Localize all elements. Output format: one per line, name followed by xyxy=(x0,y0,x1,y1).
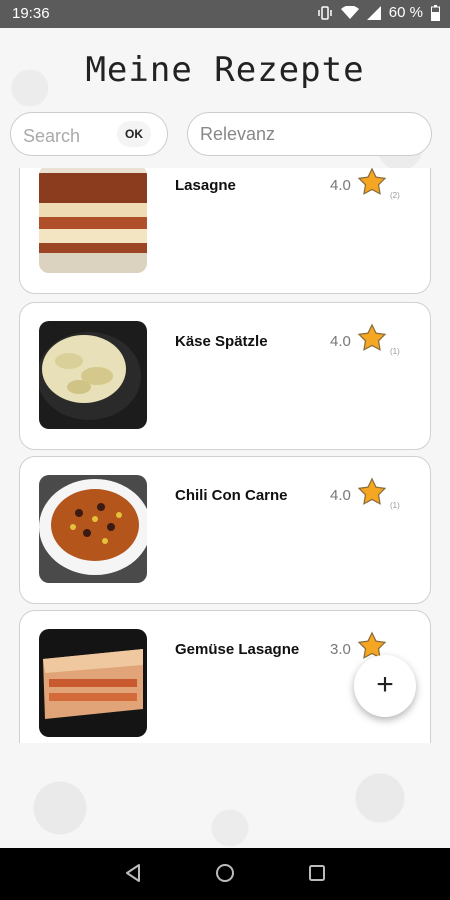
star-icon xyxy=(357,323,387,357)
recipe-image-kaese-spaetzle xyxy=(39,321,147,429)
recipe-rating: 4.0 xyxy=(330,333,351,350)
recipe-rating: 3.0 xyxy=(330,641,351,658)
recipe-name: Chili Con Carne xyxy=(175,487,288,504)
recipe-image-gemuese-lasagne xyxy=(39,629,147,737)
recipe-name: Gemüse Lasagne xyxy=(175,641,300,658)
status-icons: 60 % xyxy=(317,4,440,21)
recipe-name: Käse Spätzle xyxy=(175,333,268,350)
home-icon[interactable] xyxy=(214,862,236,888)
search-input[interactable] xyxy=(21,123,120,149)
rating-count: (2) xyxy=(390,191,400,200)
recipe-card[interactable]: Käse Spätzle 4.0 (1) xyxy=(19,302,431,450)
vibrate-icon xyxy=(317,5,333,21)
status-time: 19:36 xyxy=(12,5,50,22)
star-icon xyxy=(357,168,387,201)
back-icon[interactable] xyxy=(122,862,144,888)
status-bar: 19:36 60 % xyxy=(0,0,450,28)
signal-icon xyxy=(366,5,381,20)
recipe-rating: 4.0 xyxy=(330,487,351,504)
add-recipe-button[interactable]: + xyxy=(354,655,416,717)
recipe-image-lasagne xyxy=(39,168,147,273)
ok-button[interactable]: OK xyxy=(117,121,151,147)
recipe-rating: 4.0 xyxy=(330,177,351,194)
wifi-icon xyxy=(340,5,359,20)
recipe-name: Lasagne xyxy=(175,177,236,194)
recents-icon[interactable] xyxy=(306,862,328,888)
search-box: OK xyxy=(10,112,168,156)
sort-dropdown[interactable]: Relevanz xyxy=(187,112,432,156)
rating-count: (1) xyxy=(390,347,400,356)
recipe-image-chili-con-carne xyxy=(39,475,147,583)
navigation-bar xyxy=(0,848,450,900)
recipe-card[interactable]: Lasagne 4.0 (2) xyxy=(19,168,431,294)
rating-count: (1) xyxy=(390,501,400,510)
battery-percent: 60 % xyxy=(388,4,423,21)
recipe-card[interactable]: Chili Con Carne 4.0 (1) xyxy=(19,456,431,604)
page-title: Meine Rezepte xyxy=(85,50,365,90)
star-icon xyxy=(357,477,387,511)
battery-icon xyxy=(431,4,440,21)
main-content: Meine Rezepte OK Relevanz Lasagne 4.0 xyxy=(0,28,450,848)
